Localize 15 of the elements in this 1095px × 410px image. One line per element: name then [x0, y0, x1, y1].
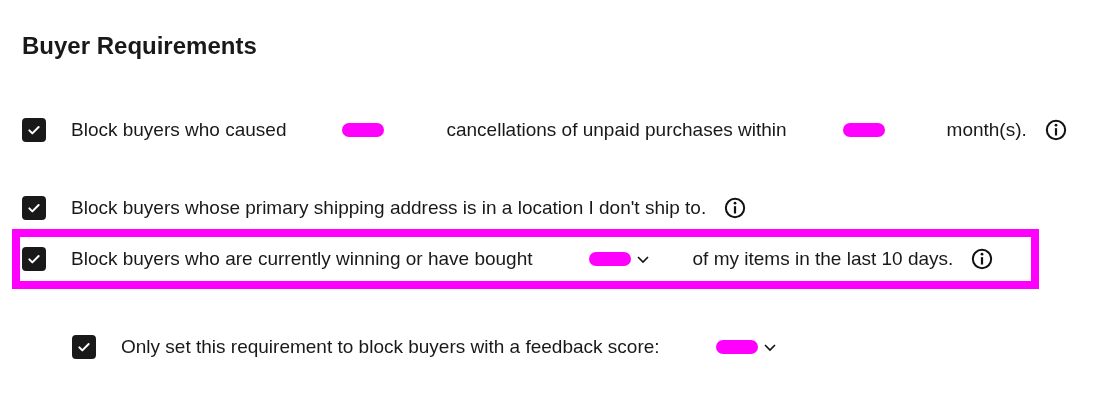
- requirement-text: month(s).: [946, 119, 1027, 141]
- info-icon[interactable]: [971, 248, 994, 270]
- requirement-text: cancellations of unpaid purchases within: [446, 119, 787, 141]
- requirement-text: Block buyers whose primary shipping address is in a location I don't ship to.: [71, 197, 707, 219]
- info-icon[interactable]: [724, 197, 747, 219]
- checkbox[interactable]: [22, 118, 46, 142]
- section-title: Buyer Requirements: [22, 32, 258, 60]
- requirement-text: Block buyers who caused: [71, 119, 287, 141]
- requirement-text: of my items in the last 10 days.: [692, 248, 954, 270]
- checkbox[interactable]: [22, 247, 46, 271]
- requirement-text: Block buyers who are currently winning or have bought: [71, 248, 533, 270]
- requirement-text: Only set this requirement to block buyers with a feedback score:: [121, 336, 660, 358]
- info-icon[interactable]: [1044, 119, 1067, 141]
- checkbox[interactable]: [22, 196, 46, 220]
- checkbox[interactable]: [72, 335, 96, 359]
